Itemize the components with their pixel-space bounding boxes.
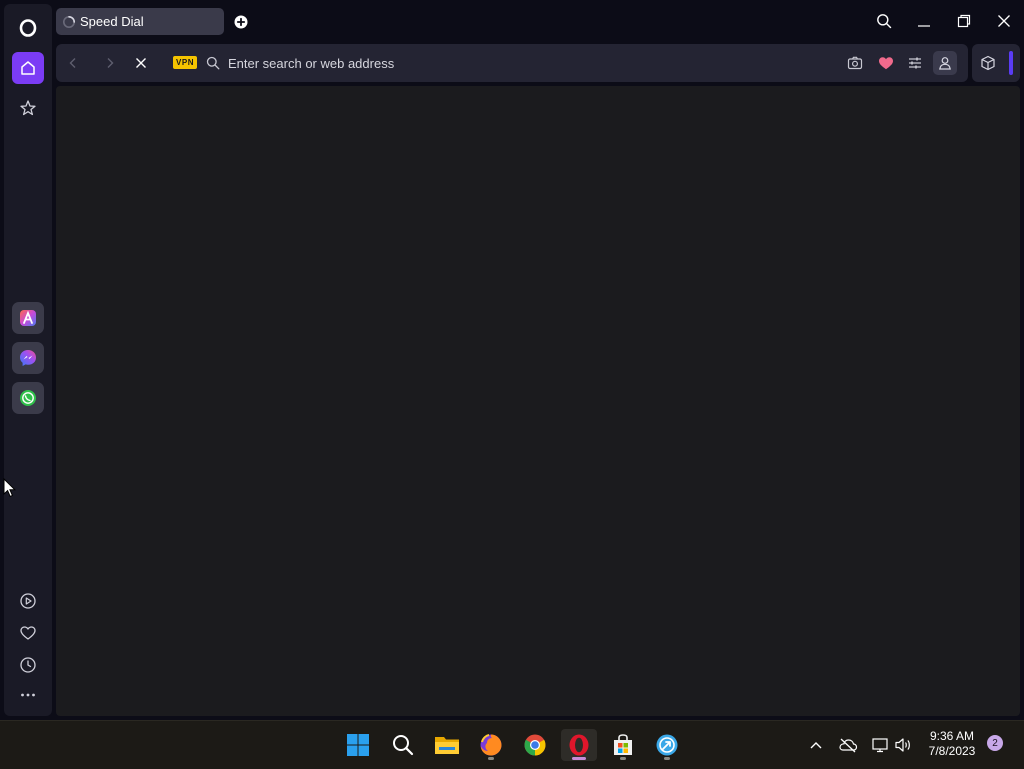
taskbar-chrome[interactable] <box>517 729 553 761</box>
my-flow-button[interactable] <box>875 53 897 73</box>
forward-button[interactable] <box>100 53 120 73</box>
active-indicator <box>572 757 586 760</box>
chevron-right-icon <box>107 58 114 68</box>
sidebar-app-whatsapp[interactable] <box>12 382 44 414</box>
heart-icon <box>20 626 36 640</box>
mouse-cursor-icon <box>3 478 17 498</box>
user-icon <box>939 57 951 70</box>
sidebar-item-bookmarks[interactable] <box>12 92 44 124</box>
chrome-icon <box>524 734 546 756</box>
close-icon <box>998 15 1010 27</box>
running-indicator <box>664 757 670 760</box>
tray-volume-button[interactable] <box>893 735 913 755</box>
address-input[interactable] <box>228 53 788 73</box>
arc-app-icon <box>656 734 678 756</box>
stop-loading-button[interactable] <box>131 53 151 73</box>
store-icon <box>614 734 632 755</box>
new-tab-button[interactable] <box>231 12 251 32</box>
search-icon <box>393 735 414 756</box>
messenger-icon <box>20 350 36 366</box>
extensions-button[interactable] <box>977 53 999 73</box>
taskbar-microsoft-store[interactable] <box>605 729 641 761</box>
clock-date: 7/8/2023 <box>928 744 976 758</box>
play-circle-icon <box>20 593 36 609</box>
sidebar-app-aria[interactable] <box>12 302 44 334</box>
notification-badge[interactable]: 2 <box>987 735 1003 751</box>
sidebar-item-my-flow[interactable] <box>12 617 44 649</box>
star-icon <box>20 100 36 116</box>
taskbar-firefox[interactable] <box>473 729 509 761</box>
sidebar-item-home[interactable] <box>12 52 44 84</box>
cloud-offline-icon <box>839 738 858 753</box>
tab-title: Speed Dial <box>80 14 144 29</box>
sidebar-item-more[interactable] <box>12 679 44 711</box>
restore-icon <box>957 14 971 28</box>
whatsapp-icon <box>20 390 36 406</box>
vpn-badge[interactable]: VPN <box>173 56 197 69</box>
loading-spinner-icon <box>63 15 75 28</box>
close-icon <box>136 58 146 68</box>
extensions-bar <box>972 44 1020 82</box>
firefox-icon <box>480 734 502 756</box>
address-bar: VPN <box>56 44 968 82</box>
opera-menu-button[interactable] <box>12 12 44 44</box>
taskbar-clock[interactable]: 9:36 AM 7/8/2023 <box>920 729 984 759</box>
chevron-left-icon <box>69 58 76 68</box>
back-button[interactable] <box>63 53 83 73</box>
opera-icon <box>569 734 589 756</box>
clock-time: 9:36 AM <box>929 729 975 743</box>
profile-button[interactable] <box>933 51 957 75</box>
taskbar-opera[interactable] <box>561 729 597 761</box>
sidebar-app-messenger[interactable] <box>12 342 44 374</box>
extension-indicator <box>1009 51 1013 75</box>
volume-icon <box>895 738 910 752</box>
close-window-button[interactable] <box>990 8 1018 34</box>
windows-start-icon <box>347 734 369 756</box>
restore-button[interactable] <box>950 8 978 34</box>
page-content[interactable] <box>56 86 1020 716</box>
sidebar <box>4 4 52 716</box>
more-icon <box>21 693 35 697</box>
taskbar-search-button[interactable] <box>385 729 421 761</box>
tray-network-button[interactable] <box>870 735 890 755</box>
folder-icon <box>435 737 459 754</box>
home-icon <box>21 61 35 75</box>
search-icon-wrapper <box>203 53 223 73</box>
aria-icon <box>20 310 36 326</box>
taskbar-file-explorer[interactable] <box>429 729 465 761</box>
tab-search-button[interactable] <box>870 8 898 34</box>
clock-icon <box>20 657 36 673</box>
network-icon <box>872 738 888 753</box>
tray-onedrive-button[interactable] <box>838 735 858 755</box>
camera-icon <box>847 56 863 70</box>
cube-icon <box>981 55 995 71</box>
minimize-icon <box>918 25 930 27</box>
sidebar-item-player[interactable] <box>12 585 44 617</box>
tray-show-hidden-button[interactable] <box>806 735 826 755</box>
tab-speed-dial[interactable]: Speed Dial <box>56 8 224 35</box>
taskbar-arc-app[interactable] <box>649 729 685 761</box>
running-indicator <box>488 757 494 760</box>
search-icon <box>877 14 892 29</box>
snapshot-button[interactable] <box>844 53 866 73</box>
easy-setup-button[interactable] <box>904 53 926 73</box>
sidebar-item-history[interactable] <box>12 649 44 681</box>
running-indicator <box>620 757 626 760</box>
chevron-up-icon <box>810 742 822 749</box>
heart-icon <box>879 57 893 70</box>
taskbar-start-button[interactable] <box>340 729 376 761</box>
plus-icon <box>234 15 248 29</box>
minimize-button[interactable] <box>910 8 938 34</box>
sliders-icon <box>909 57 921 69</box>
search-icon <box>206 56 220 70</box>
taskbar: 9:36 AM 7/8/2023 <box>0 720 1024 769</box>
opera-logo-icon <box>19 19 37 37</box>
